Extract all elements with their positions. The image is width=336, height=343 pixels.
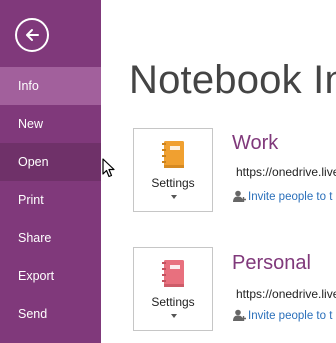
invite-link-label: Invite people to t <box>248 310 333 322</box>
notebook-name-work: Work <box>232 132 279 154</box>
invite-link-work[interactable]: Invite people to t <box>233 190 332 203</box>
notebook-settings-button-work[interactable]: Settings <box>133 128 213 212</box>
nav-item-new[interactable]: New <box>0 105 101 143</box>
people-icon <box>233 309 246 321</box>
chevron-down-icon <box>171 314 177 318</box>
notebook-url-personal: https://onedrive.live <box>236 287 336 301</box>
settings-label: Settings <box>151 176 195 190</box>
pink-notebook-icon <box>162 260 184 287</box>
nav-item-info[interactable]: Info <box>0 67 101 105</box>
nav-item-print[interactable]: Print <box>0 181 101 219</box>
orange-notebook-icon <box>162 141 184 168</box>
chevron-down-icon <box>171 195 177 199</box>
people-icon <box>233 190 246 202</box>
page-title: Notebook In <box>129 58 336 102</box>
invite-link-personal[interactable]: Invite people to t <box>233 309 332 322</box>
notebook-url-work: https://onedrive.live <box>236 165 336 179</box>
back-arrow-icon <box>26 29 39 41</box>
invite-link-label: Invite people to t <box>248 191 333 203</box>
back-button[interactable] <box>15 18 49 52</box>
nav-item-send[interactable]: Send <box>0 295 101 333</box>
backstage-sidebar: Info New Open Print Share Export Send <box>0 0 101 343</box>
notebook-settings-button-personal[interactable]: Settings <box>133 247 213 331</box>
nav-item-open[interactable]: Open <box>0 143 101 181</box>
nav-item-export[interactable]: Export <box>0 257 101 295</box>
notebook-name-personal: Personal <box>232 252 311 274</box>
backstage-nav: Info New Open Print Share Export Send <box>0 67 101 333</box>
nav-item-share[interactable]: Share <box>0 219 101 257</box>
mouse-cursor-icon <box>102 158 115 178</box>
settings-label: Settings <box>151 295 195 309</box>
